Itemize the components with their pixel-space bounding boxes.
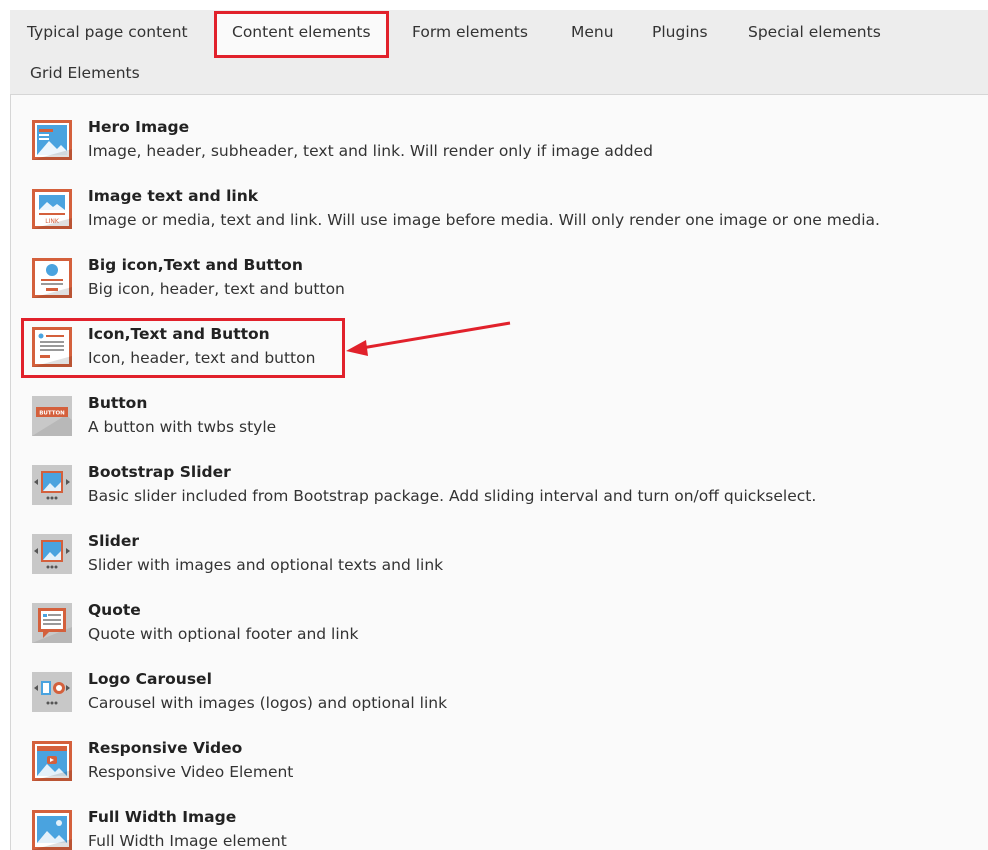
item-description: Carousel with images (logos) and optiona…	[88, 694, 448, 712]
item-description: A button with twbs style	[88, 418, 277, 436]
list-item-responsive-video[interactable]: Responsive Video Responsive Video Elemen…	[31, 738, 971, 798]
item-title: Button	[88, 394, 148, 412]
item-description: Full Width Image element	[88, 832, 287, 850]
item-title: Big icon,Text and Button	[88, 256, 303, 274]
icon-text-button-icon	[31, 326, 73, 368]
slider-icon	[31, 533, 73, 575]
item-description: Image or media, text and link. Will use …	[88, 211, 880, 229]
tab-grid-elements[interactable]: Grid Elements	[30, 60, 140, 86]
button-icon-label: BUTTON	[39, 411, 65, 417]
content-elements-panel: Hero Image Image, header, subheader, tex…	[10, 95, 988, 850]
responsive-video-icon	[31, 740, 73, 782]
tab-bar: Typical page content Content elements Fo…	[10, 10, 988, 95]
list-item-image-text-link[interactable]: LINK Image text and link Image or media,…	[31, 186, 971, 246]
item-title: Slider	[88, 532, 140, 550]
image-text-link-icon: LINK	[31, 188, 73, 230]
tab-content-elements[interactable]: Content elements	[214, 11, 389, 58]
big-icon-text-button-icon	[31, 257, 73, 299]
item-description: Quote with optional footer and link	[88, 625, 359, 643]
item-description: Slider with images and optional texts an…	[88, 556, 444, 574]
tab-special-elements[interactable]: Special elements	[748, 19, 881, 45]
button-icon: BUTTON	[31, 395, 73, 437]
item-title: Image text and link	[88, 187, 259, 205]
hero-image-icon	[31, 119, 73, 161]
tab-plugins[interactable]: Plugins	[652, 19, 708, 45]
list-item-big-icon-text-button[interactable]: Big icon,Text and Button Big icon, heade…	[31, 255, 971, 315]
item-description: Basic slider included from Bootstrap pac…	[88, 487, 817, 505]
item-title: Logo Carousel	[88, 670, 212, 688]
item-title: Full Width Image	[88, 808, 237, 826]
item-description: Big icon, header, text and button	[88, 280, 345, 298]
full-width-image-icon	[31, 809, 73, 850]
item-title: Bootstrap Slider	[88, 463, 231, 481]
item-title: Quote	[88, 601, 141, 619]
item-description: Responsive Video Element	[88, 763, 294, 781]
content-element-wizard: Typical page content Content elements Fo…	[0, 0, 988, 850]
list-item-slider[interactable]: Slider Slider with images and optional t…	[31, 531, 971, 591]
list-item-icon-text-button[interactable]: Icon,Text and Button Icon, header, text …	[31, 324, 971, 384]
tab-typical-page-content[interactable]: Typical page content	[27, 19, 188, 45]
list-item-button[interactable]: BUTTON Button A button with twbs style	[31, 393, 971, 453]
list-item-hero-image[interactable]: Hero Image Image, header, subheader, tex…	[31, 117, 971, 177]
item-description: Icon, header, text and button	[88, 349, 316, 367]
list-item-full-width-image[interactable]: Full Width Image Full Width Image elemen…	[31, 807, 971, 850]
tab-menu[interactable]: Menu	[571, 19, 614, 45]
item-title: Hero Image	[88, 118, 190, 136]
list-item-bootstrap-slider[interactable]: Bootstrap Slider Basic slider included f…	[31, 462, 971, 522]
item-description: Image, header, subheader, text and link.…	[88, 142, 653, 160]
tab-form-elements[interactable]: Form elements	[412, 19, 528, 45]
list-item-logo-carousel[interactable]: Logo Carousel Carousel with images (logo…	[31, 669, 971, 729]
list-item-quote[interactable]: Quote Quote with optional footer and lin…	[31, 600, 971, 660]
item-title: Icon,Text and Button	[88, 325, 270, 343]
logo-carousel-icon	[31, 671, 73, 713]
quote-icon	[31, 602, 73, 644]
bootstrap-slider-icon	[31, 464, 73, 506]
item-title: Responsive Video	[88, 739, 243, 757]
